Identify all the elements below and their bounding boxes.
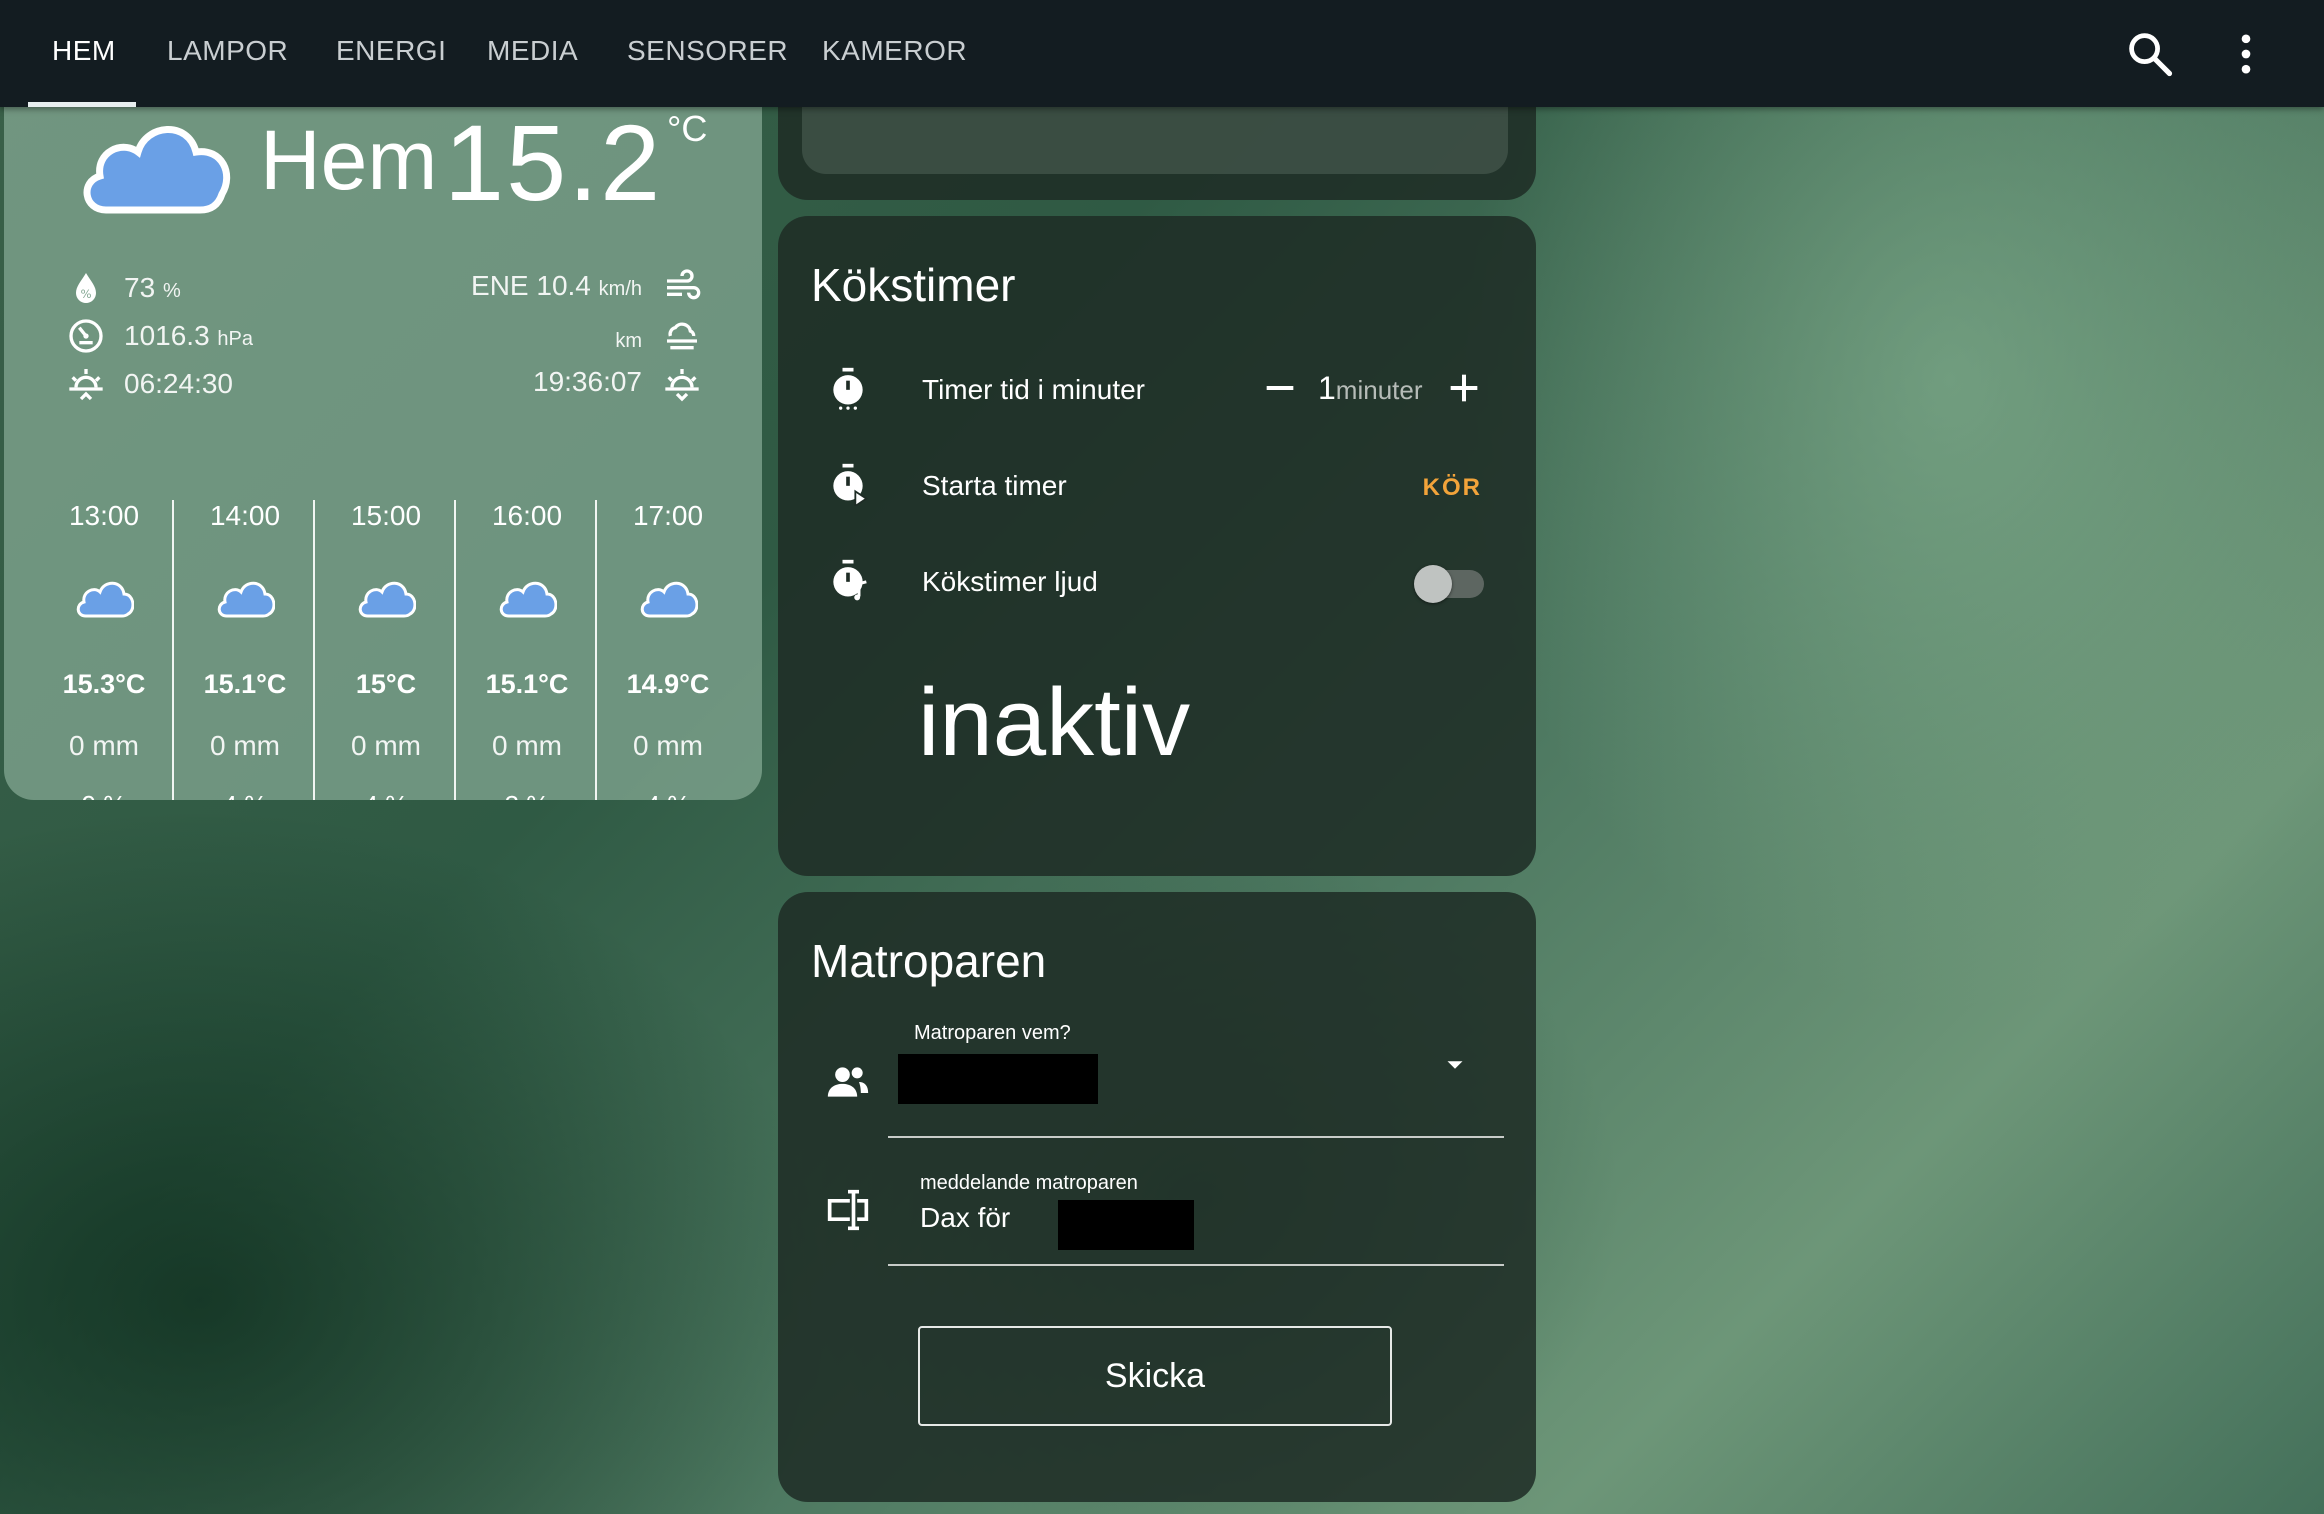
- timer-duration-value: 1minuter: [1318, 370, 1423, 406]
- redacted-value: [898, 1054, 1098, 1104]
- forecast-item: 13:00 15.3°C 0 mm 9 %: [34, 500, 174, 800]
- tab-kameror[interactable]: KAMEROR: [822, 0, 967, 107]
- forecast-item: 16:00 15.1°C 0 mm 3 %: [457, 500, 597, 800]
- who-select-label: Matroparen vem?: [914, 1022, 1071, 1044]
- forecast-temperature: 15.1°C: [203, 669, 287, 699]
- decrement-icon[interactable]: [1260, 368, 1300, 408]
- forecast-precipitation-probability: 4 %: [175, 790, 315, 800]
- send-button[interactable]: Skicka: [918, 1326, 1392, 1426]
- svg-text:%: %: [80, 287, 91, 301]
- timer-play-icon: [833, 463, 868, 506]
- tab-media[interactable]: MEDIA: [487, 0, 578, 107]
- message-field-value: Dax för: [920, 1202, 1011, 1233]
- visibility-value: km: [615, 330, 642, 352]
- start-timer-label: Starta timer: [922, 470, 1067, 501]
- search-icon[interactable]: [2124, 28, 2176, 80]
- card-title: Kökstimer: [811, 259, 1016, 311]
- kitchen-timer-card: Kökstimer Timer tid i minuter 1minuter S…: [778, 216, 1536, 876]
- humidity-icon: %: [76, 273, 96, 303]
- forecast-item: 14:00 15.1°C 0 mm 4 %: [175, 500, 315, 800]
- forecast-temperature: 15.1°C: [485, 669, 569, 699]
- humidity-value: 73 %: [124, 272, 181, 303]
- forecast-time: 14:00: [209, 500, 281, 531]
- toggle-thumb: [1414, 565, 1452, 603]
- gauge-icon: [69, 319, 103, 353]
- form-textbox-icon: [827, 1189, 869, 1231]
- forecast-precipitation: 0 mm: [351, 730, 421, 761]
- increment-icon[interactable]: [1444, 368, 1484, 408]
- who-select[interactable]: Matroparen vem?: [888, 1022, 1504, 1132]
- forecast-time: 17:00: [632, 500, 704, 531]
- card-title: Matroparen: [811, 935, 1047, 987]
- cloudy-icon: [83, 126, 231, 214]
- forecast-precipitation: 0 mm: [492, 730, 562, 761]
- forecast-time: 15:00: [350, 500, 422, 531]
- fog-icon: [667, 322, 697, 350]
- message-field-label: meddelande matroparen: [920, 1172, 1138, 1194]
- weather-card[interactable]: Hem 15.2 °C % 73 % 1016.3 hPa 06:24:30 E…: [4, 60, 762, 800]
- more-vert-icon[interactable]: [2220, 28, 2272, 80]
- forecast-divider: [595, 500, 597, 800]
- who-select-underline: [888, 1136, 1504, 1138]
- timer-sound-label: Kökstimer ljud: [922, 566, 1098, 597]
- forecast-divider: [313, 500, 315, 800]
- timer-sound-toggle[interactable]: [1414, 565, 1484, 603]
- forecast-temperature: 15°C: [355, 669, 417, 699]
- forecast-precipitation: 0 mm: [210, 730, 280, 761]
- food-call-card: Matroparen Matroparen vem? meddelande ma…: [778, 892, 1536, 1502]
- sunrise-time: 06:24:30: [124, 368, 233, 399]
- forecast-precipitation-probability: 4 %: [316, 790, 456, 800]
- current-temperature: 15.2: [444, 102, 663, 223]
- forecast-precipitation-probability: 9 %: [34, 790, 174, 800]
- forecast-temperature: 14.9°C: [626, 669, 710, 699]
- message-field-underline: [888, 1264, 1504, 1266]
- forecast-temperature: 15.3°C: [62, 669, 146, 699]
- top-app-bar: HEM LAMPOR ENERGI MEDIA SENSORER KAMEROR: [0, 0, 2324, 107]
- forecast-time: 13:00: [68, 500, 140, 531]
- weather-location-name: Hem: [260, 113, 438, 207]
- timer-music-icon: [833, 559, 867, 601]
- sunset-icon: [665, 369, 699, 402]
- tab-sensorer[interactable]: SENSORER: [627, 0, 788, 107]
- cloudy-icon: [499, 581, 558, 618]
- wind-value: ENE 10.4 km/h: [471, 270, 642, 301]
- forecast-precipitation: 0 mm: [633, 730, 703, 761]
- active-tab-indicator: [28, 102, 136, 107]
- tab-lampor[interactable]: LAMPOR: [167, 0, 288, 107]
- pressure-value: 1016.3 hPa: [124, 320, 254, 351]
- timer-icon: [833, 367, 863, 410]
- sunset-time: 19:36:07: [533, 366, 642, 397]
- forecast-divider: [454, 500, 456, 800]
- redacted-value: [1058, 1200, 1194, 1250]
- tab-hem[interactable]: HEM: [52, 0, 116, 107]
- forecast-precipitation-probability: 3 %: [457, 790, 597, 800]
- forecast-precipitation: 0 mm: [69, 730, 139, 761]
- forecast-item: 15:00 15°C 0 mm 4 %: [316, 500, 456, 800]
- timer-status: inaktiv: [918, 669, 1191, 776]
- timer-duration-label: Timer tid i minuter: [922, 374, 1146, 405]
- forecast-divider: [172, 500, 174, 800]
- forecast-precipitation-probability: 4 %: [598, 790, 738, 800]
- forecast-time: 16:00: [491, 500, 563, 531]
- temperature-unit: °C: [667, 108, 708, 149]
- wind-icon: [667, 269, 701, 300]
- account-group-icon: [827, 1067, 869, 1097]
- forecast-item: 17:00 14.9°C 0 mm 4 %: [598, 500, 738, 800]
- cloudy-icon: [217, 581, 276, 618]
- run-button[interactable]: KÖR: [1423, 474, 1482, 502]
- cloudy-icon: [76, 581, 135, 618]
- sunrise-icon: [69, 369, 103, 401]
- dropdown-arrow-icon: [1447, 1061, 1463, 1069]
- tab-energi[interactable]: ENERGI: [336, 0, 446, 107]
- cloudy-icon: [358, 581, 417, 618]
- cloudy-icon: [640, 581, 699, 618]
- message-field[interactable]: meddelande matroparen Dax för: [888, 1172, 1504, 1252]
